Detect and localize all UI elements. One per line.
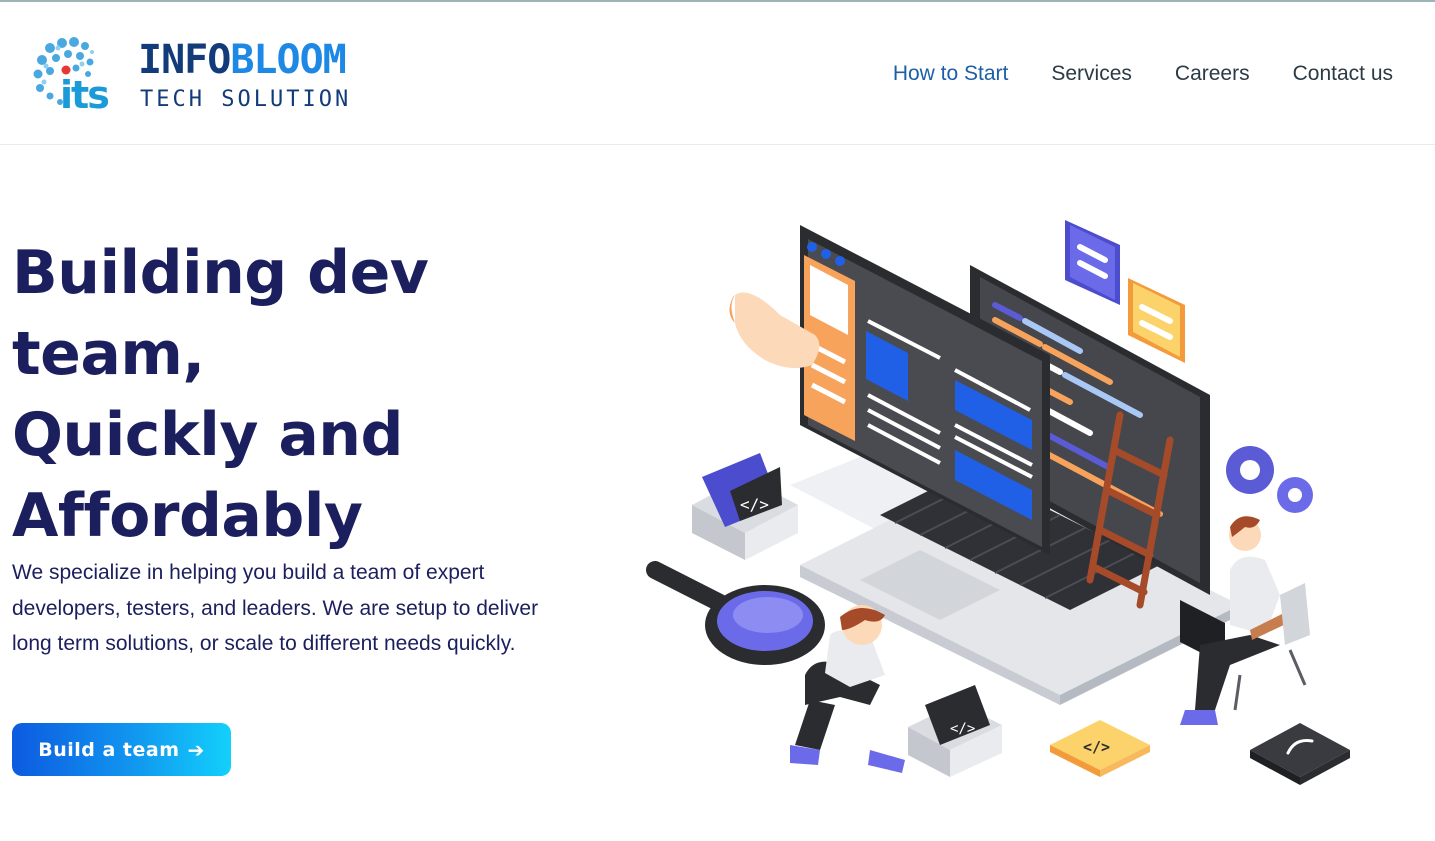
hero-title-line: Building dev <box>12 238 429 308</box>
hero-illustration: </> </> </> <box>646 220 1350 785</box>
build-team-button[interactable]: Build a team ➔ <box>12 723 231 776</box>
brand-name-part1: INFO <box>138 37 231 83</box>
brand-name: INFOBLOOM <box>138 37 347 83</box>
code-box-icon: </> <box>692 453 798 560</box>
hero-title-line: Affordably <box>12 481 363 551</box>
hero-title: Building dev team, Quickly and Affordabl… <box>12 233 572 557</box>
arrow-right-icon: ➔ <box>187 737 205 762</box>
hero-title-line: team, <box>12 319 205 389</box>
build-team-button-label: Build a team <box>38 738 180 761</box>
svg-text:</>: </> <box>950 721 975 737</box>
gears-icon <box>1226 446 1313 513</box>
svg-text:its: its <box>60 73 108 114</box>
nav-item-how-to-start[interactable]: How to Start <box>893 60 1009 88</box>
hero-title-line: Quickly and <box>12 400 403 470</box>
main-nav: How to Start Services Careers Contact us <box>893 60 1393 88</box>
magnifier-icon <box>646 561 825 665</box>
brand-name-part2: BLOOM <box>230 37 346 83</box>
file-box-icon: </> <box>908 685 1002 777</box>
nav-item-services[interactable]: Services <box>1051 60 1132 88</box>
logo-mark-icon: its <box>33 37 110 114</box>
nav-item-contact-us[interactable]: Contact us <box>1293 60 1393 88</box>
code-tile-icon: </> <box>1050 720 1150 777</box>
nav-item-careers[interactable]: Careers <box>1175 60 1250 88</box>
floating-card-orange-icon <box>1128 278 1185 363</box>
dark-tile-icon <box>1250 723 1350 785</box>
brand-tagline: TECH SOLUTION <box>140 87 352 112</box>
svg-text:</>: </> <box>1083 738 1110 756</box>
hero-description: We specialize in helping you build a tea… <box>12 561 539 655</box>
site-logo[interactable]: its INFOBLOOM TECH SOLUTION <box>30 34 370 114</box>
floating-card-purple-icon <box>1065 220 1120 305</box>
svg-text:</>: </> <box>740 495 769 514</box>
site-header: its INFOBLOOM TECH SOLUTION How to Start… <box>0 2 1435 145</box>
